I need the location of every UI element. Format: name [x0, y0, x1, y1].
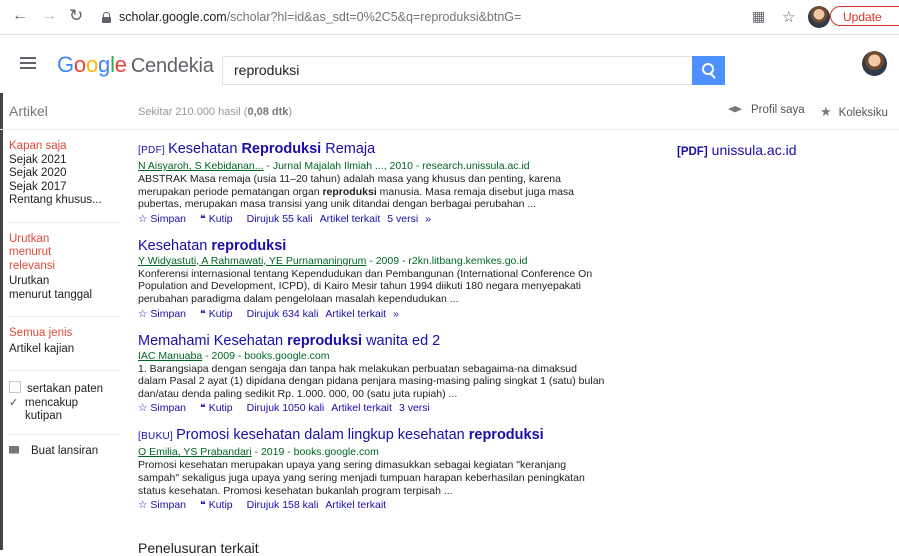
envelope-icon	[9, 445, 19, 454]
star-icon: ★	[820, 104, 832, 119]
search-input[interactable]: reproduksi	[222, 56, 692, 85]
translate-icon[interactable]: ▦	[752, 8, 765, 25]
related-link[interactable]: Artikel terkait	[331, 402, 392, 414]
result-links: ☆ Simpan ❝ Kutip Dirujuk 158 kali Artikel ter…	[138, 498, 608, 512]
result-authors: N Aisyaroh, S Kebidanan... - Jurnal Maja…	[138, 160, 530, 172]
star-outline-icon: ☆	[138, 212, 148, 225]
reload-icon[interactable]: ↻	[69, 7, 83, 24]
type-all[interactable]: Semua jenis	[9, 327, 124, 341]
citations-checkbox[interactable]: ✓	[9, 397, 19, 424]
result-links: ☆ Simpan ❝ Kutip Dirujuk 634 kali Artikel ter…	[138, 307, 608, 321]
related-searches-heading: Penelusuran terkait	[138, 540, 259, 556]
result-snippet: Promosi kesehatan merupakan upaya yang s…	[138, 459, 585, 497]
side-pdf-link[interactable]: [PDF] unissula.ac.id	[677, 142, 797, 158]
product-name: Cendekia	[130, 55, 214, 77]
versions-link[interactable]: 3 versi	[399, 402, 430, 414]
scholar-header: Google Cendekia reproduksi	[0, 35, 899, 93]
star-outline-icon: ☆	[138, 499, 148, 512]
related-link[interactable]: Artikel terkait	[325, 308, 386, 320]
menu-icon[interactable]	[20, 57, 36, 69]
cite-link[interactable]: ❝ Kutip	[200, 402, 240, 414]
result-snippet: Konferensi internasional tentang Kependu…	[138, 267, 593, 305]
filter-since-2020[interactable]: Sejak 2020	[9, 167, 124, 181]
bookmark-star-icon[interactable]: ☆	[782, 8, 795, 26]
cited-by-link[interactable]: Dirujuk 55 kali	[247, 213, 313, 225]
result-item: Kesehatan reproduksi Y Widyastuti, A Rah…	[138, 237, 608, 321]
create-alert-link[interactable]: Buat lansiran	[9, 445, 124, 459]
result-title[interactable]: Memahami Kesehatan reproduksi wanita ed …	[138, 332, 608, 350]
save-link[interactable]: ☆ Simpan	[138, 402, 193, 414]
url-host: scholar.google.com	[119, 10, 227, 24]
quote-icon: ❝	[200, 307, 206, 320]
quote-icon: ❝	[200, 402, 206, 415]
library-link[interactable]: ★ Koleksiku	[820, 104, 888, 120]
cited-by-link[interactable]: Dirujuk 634 kali	[247, 308, 319, 320]
cite-link[interactable]: ❝ Kutip	[200, 213, 240, 225]
include-citations-option[interactable]: ✓ mencakup kutipan	[9, 397, 124, 424]
cited-by-link[interactable]: Dirujuk 158 kali	[247, 499, 319, 511]
graduation-cap-icon	[728, 105, 742, 113]
cited-by-link[interactable]: Dirujuk 1050 kali	[247, 402, 325, 414]
result-links: ☆ Simpan ❝ Kutip Dirujuk 55 kali Artikel terk…	[138, 212, 608, 226]
save-link[interactable]: ☆ Simpan	[138, 308, 193, 320]
save-link[interactable]: ☆ Simpan	[138, 213, 193, 225]
result-snippet: ABSTRAK Masa remaja (usia 11–20 tahun) a…	[138, 173, 574, 211]
versions-link[interactable]: 5 versi	[387, 213, 418, 225]
result-links: ☆ Simpan ❝ Kutip Dirujuk 1050 kali Artikel te…	[138, 401, 608, 415]
search-button[interactable]	[692, 56, 725, 85]
address-bar[interactable]: scholar.google.com/scholar?hl=id&as_sdt=…	[102, 5, 742, 29]
result-item: [PDF] Kesehatan Reproduksi Remaja N Aisya…	[138, 140, 608, 226]
star-outline-icon: ☆	[138, 307, 148, 320]
results-list: [PDF] Kesehatan Reproduksi Remaja N Aisya…	[138, 140, 608, 523]
cite-link[interactable]: ❝ Kutip	[200, 308, 240, 320]
sort-date[interactable]: Urutkan menurut tanggal	[9, 275, 94, 302]
filter-since-2017[interactable]: Sejak 2017	[9, 181, 124, 195]
results-subbar: Artikel Sekitar 210.000 hasil (0,08 dtk)…	[0, 93, 899, 130]
result-title[interactable]: Kesehatan reproduksi	[138, 237, 608, 255]
patents-checkbox[interactable]	[9, 381, 21, 393]
include-patents-option[interactable]: sertakan paten	[9, 381, 124, 397]
result-title[interactable]: [PDF] Kesehatan Reproduksi Remaja	[138, 140, 608, 160]
quote-icon: ❝	[200, 499, 206, 512]
section-label: Artikel	[9, 103, 48, 119]
related-link[interactable]: Artikel terkait	[320, 213, 381, 225]
scholar-logo[interactable]: Google Cendekia	[57, 52, 214, 78]
save-link[interactable]: ☆ Simpan	[138, 499, 193, 511]
result-item: [BUKU] Promosi kesehatan dalam lingkup ke…	[138, 426, 608, 512]
cite-link[interactable]: ❝ Kutip	[200, 499, 240, 511]
search-icon	[702, 63, 714, 75]
result-authors: Y Widyastuti, A Rahmawati, YE Purnamanin…	[138, 254, 528, 267]
result-snippet: 1. Barangsiapa dengan sengaja dan tanpa …	[138, 362, 605, 400]
filter-custom-range[interactable]: Rentang khusus...	[9, 194, 124, 208]
filter-any-time[interactable]: Kapan saja	[9, 140, 124, 154]
update-button[interactable]: Update	[830, 6, 899, 26]
star-outline-icon: ☆	[138, 402, 148, 415]
url-path: /scholar?hl=id&as_sdt=0%2C5&q=reproduksi…	[226, 10, 522, 24]
result-title[interactable]: [BUKU] Promosi kesehatan dalam lingkup ke…	[138, 426, 608, 446]
profile-avatar[interactable]	[808, 6, 830, 28]
related-link[interactable]: Artikel terkait	[325, 499, 386, 511]
account-avatar[interactable]	[862, 51, 887, 76]
result-authors: O Emilia, YS Prabandari - 2019 - books.g…	[138, 446, 379, 459]
more-icon[interactable]: »	[425, 213, 431, 225]
filter-sidebar: Kapan saja Sejak 2021 Sejak 2020 Sejak 2…	[9, 140, 124, 458]
browser-toolbar: ← → ↻ scholar.google.com/scholar?hl=id&a…	[0, 0, 899, 35]
result-item: Memahami Kesehatan reproduksi wanita ed …	[138, 332, 608, 416]
result-authors: IAC Manuaba - 2009 - books.google.com	[138, 349, 330, 362]
filter-since-2021[interactable]: Sejak 2021	[9, 154, 124, 168]
profile-link[interactable]: Profil saya	[728, 104, 805, 116]
more-icon[interactable]: »	[393, 308, 399, 320]
type-review[interactable]: Artikel kajian	[9, 343, 124, 357]
quote-icon: ❝	[200, 212, 206, 225]
back-icon[interactable]: ←	[12, 8, 28, 24]
forward-icon[interactable]: →	[41, 8, 57, 24]
lock-icon	[102, 11, 111, 23]
results-stats: Sekitar 210.000 hasil (0,08 dtk)	[138, 106, 293, 118]
sort-relevance[interactable]: Urutkan menurut relevansi	[9, 233, 89, 274]
